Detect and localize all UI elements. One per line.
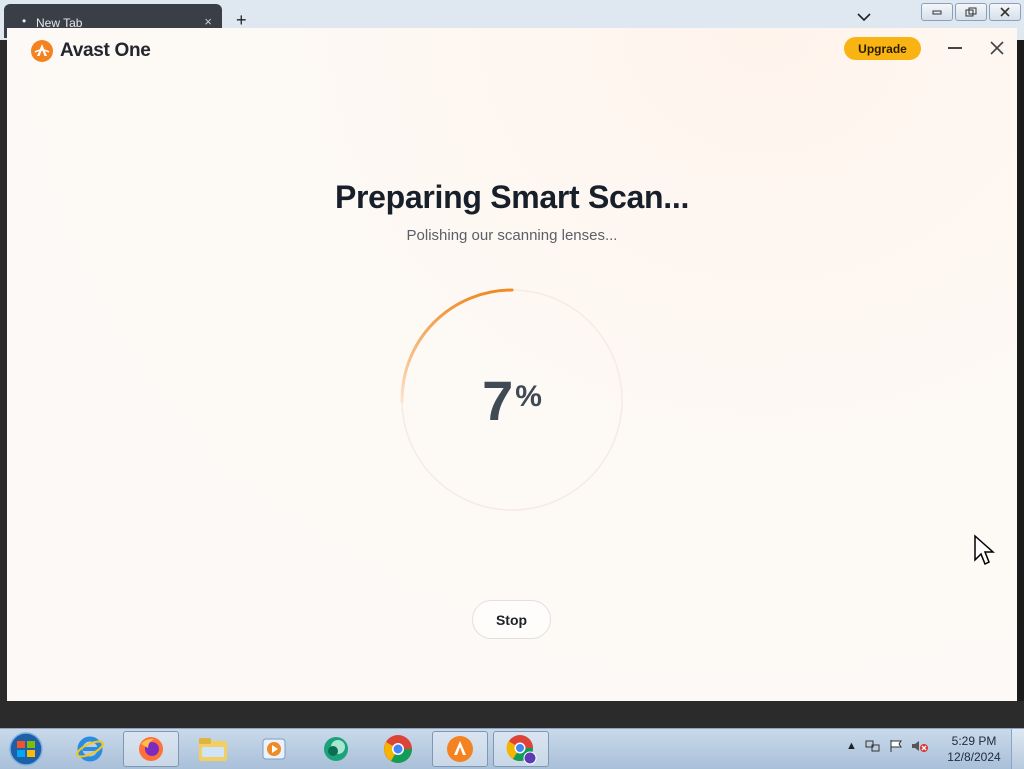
- taskbar-clock[interactable]: 5:29 PM 12/8/2024: [936, 733, 1012, 765]
- folder-glyph: [199, 738, 227, 761]
- brand: Avast One: [30, 39, 151, 63]
- clock-date: 12/8/2024: [947, 750, 1001, 764]
- chrome-profile-glyph: [506, 735, 537, 765]
- window-close-button[interactable]: [989, 3, 1021, 21]
- start-orb-icon[interactable]: [4, 731, 48, 767]
- avast-app-window: Avast One Upgrade Preparing Smart Scan..…: [7, 28, 1017, 701]
- app-icon[interactable]: [308, 731, 364, 767]
- show-desktop-button[interactable]: [1011, 729, 1024, 769]
- tab-status-dot: •: [22, 14, 27, 28]
- avast-glyph: [447, 736, 473, 762]
- avast-logo-icon: [31, 40, 53, 62]
- firefox-icon[interactable]: [123, 731, 179, 767]
- taskbar: ▲ 5:29 PM 12/8/2024: [0, 728, 1024, 769]
- scan-subheading: Polishing our scanning lenses...: [406, 227, 618, 244]
- chrome-icon[interactable]: [370, 731, 426, 767]
- progress-unit: %: [515, 380, 542, 413]
- firefox-glyph: [139, 737, 163, 761]
- brand-name: Avast One: [60, 40, 151, 61]
- window-controls: [921, 3, 1021, 21]
- volume-muted-icon[interactable]: [911, 739, 929, 753]
- scan-heading: Preparing Smart Scan...: [334, 179, 690, 215]
- chevron-down-icon[interactable]: [856, 12, 872, 22]
- window-edge: [1017, 40, 1024, 701]
- file-explorer-icon[interactable]: [185, 731, 241, 767]
- tray-expand-icon[interactable]: ▲: [846, 740, 857, 752]
- avast-icon[interactable]: [432, 731, 488, 767]
- window-restore-button[interactable]: [955, 3, 987, 21]
- restore-icon: [965, 7, 977, 17]
- network-icon[interactable]: [865, 739, 881, 753]
- ie-glyph: [76, 736, 104, 762]
- progress-percent: 7 %: [399, 287, 625, 513]
- system-tray: ▲: [846, 739, 929, 753]
- app-close-icon[interactable]: [989, 40, 1005, 56]
- close-icon: [1000, 7, 1010, 17]
- upgrade-button[interactable]: Upgrade: [844, 37, 921, 60]
- chrome-glyph: [384, 735, 412, 763]
- chrome-profile-icon[interactable]: [493, 731, 549, 767]
- action-center-flag-icon[interactable]: [889, 739, 903, 753]
- app-glyph: [324, 737, 348, 761]
- minimize-icon: [932, 10, 942, 15]
- window-minimize-button[interactable]: [921, 3, 953, 21]
- tab-close-icon[interactable]: ×: [204, 14, 212, 29]
- media-player-icon[interactable]: [246, 731, 302, 767]
- mouse-cursor-icon: [974, 534, 995, 566]
- internet-explorer-icon[interactable]: [62, 731, 118, 767]
- media-glyph: [262, 738, 286, 760]
- stop-button[interactable]: Stop: [472, 600, 551, 639]
- clock-time: 5:29 PM: [951, 734, 997, 748]
- progress-value: 7: [482, 368, 514, 432]
- app-minimize-icon[interactable]: [948, 47, 962, 49]
